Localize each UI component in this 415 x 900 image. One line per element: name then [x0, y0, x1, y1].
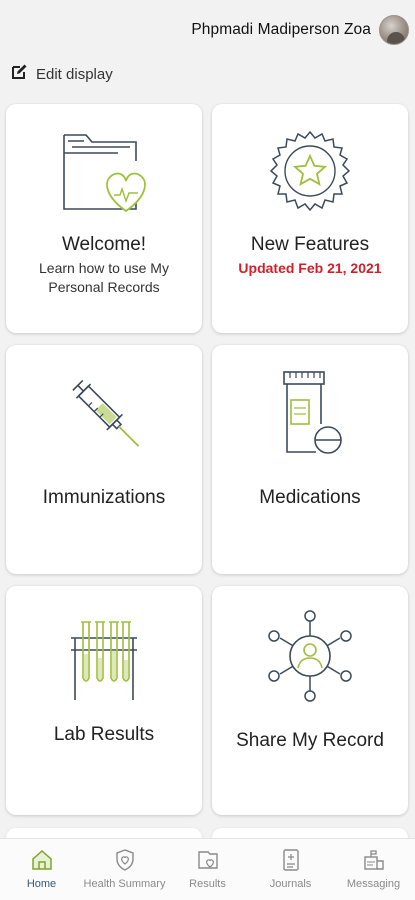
nav-label: Results [189, 878, 226, 890]
tile-title: Welcome! [61, 234, 147, 255]
shield-heart-icon [113, 847, 137, 873]
tile-title: Immunizations [42, 487, 166, 508]
tile-title: Share My Record [236, 730, 384, 751]
tile-title: Lab Results [53, 724, 155, 745]
share-my-record-tile[interactable]: Share My Record [212, 586, 408, 815]
results-icon [196, 847, 220, 873]
edit-display-label: Edit display [36, 65, 113, 83]
share-network-icon [260, 610, 360, 702]
nav-journals[interactable]: Journals [251, 839, 331, 890]
medications-tile[interactable]: Medications [212, 345, 408, 574]
nav-messaging[interactable]: Messaging [334, 839, 414, 890]
nav-label: Home [26, 878, 57, 890]
immunizations-tile[interactable]: Immunizations [6, 345, 202, 574]
new-features-tile[interactable]: New Features Updated Feb 21, 2021 [212, 104, 408, 333]
tile-grid: Welcome! Learn how to use My Personal Re… [6, 104, 409, 815]
lab-results-tile[interactable]: Lab Results [6, 586, 202, 815]
tile-title: New Features [250, 234, 370, 255]
edit-display-button[interactable]: Edit display [11, 63, 113, 85]
nav-health-summary[interactable]: Health Summary [83, 839, 166, 890]
test-tubes-icon [54, 616, 154, 700]
tile-title: Medications [259, 487, 361, 508]
bottom-nav: Home Health Summary Results Journals Mes… [0, 838, 415, 900]
nav-home[interactable]: Home [2, 839, 82, 890]
edit-icon [11, 63, 28, 85]
app-root: Phpmadi Madiperson Zoa Edit display Welc… [0, 0, 415, 900]
tile-subtitle: Learn how to use My Personal Records [39, 260, 169, 295]
user-name[interactable]: Phpmadi Madiperson Zoa [191, 21, 371, 39]
folder-heart-icon [54, 128, 154, 218]
tile-subtitle: Updated Feb 21, 2021 [238, 260, 382, 276]
nav-label: Messaging [346, 878, 401, 890]
messaging-icon [362, 847, 386, 873]
syringe-icon [54, 367, 154, 459]
header: Phpmadi Madiperson Zoa [0, 0, 415, 60]
welcome-tile[interactable]: Welcome! Learn how to use My Personal Re… [6, 104, 202, 333]
nav-label: Journals [269, 878, 312, 890]
nav-results[interactable]: Results [168, 839, 248, 890]
journal-icon [279, 847, 303, 873]
avatar[interactable] [379, 15, 409, 45]
pill-bottle-icon [260, 369, 360, 459]
home-icon [30, 847, 54, 873]
nav-label: Health Summary [83, 878, 166, 890]
star-badge-icon [260, 128, 360, 218]
